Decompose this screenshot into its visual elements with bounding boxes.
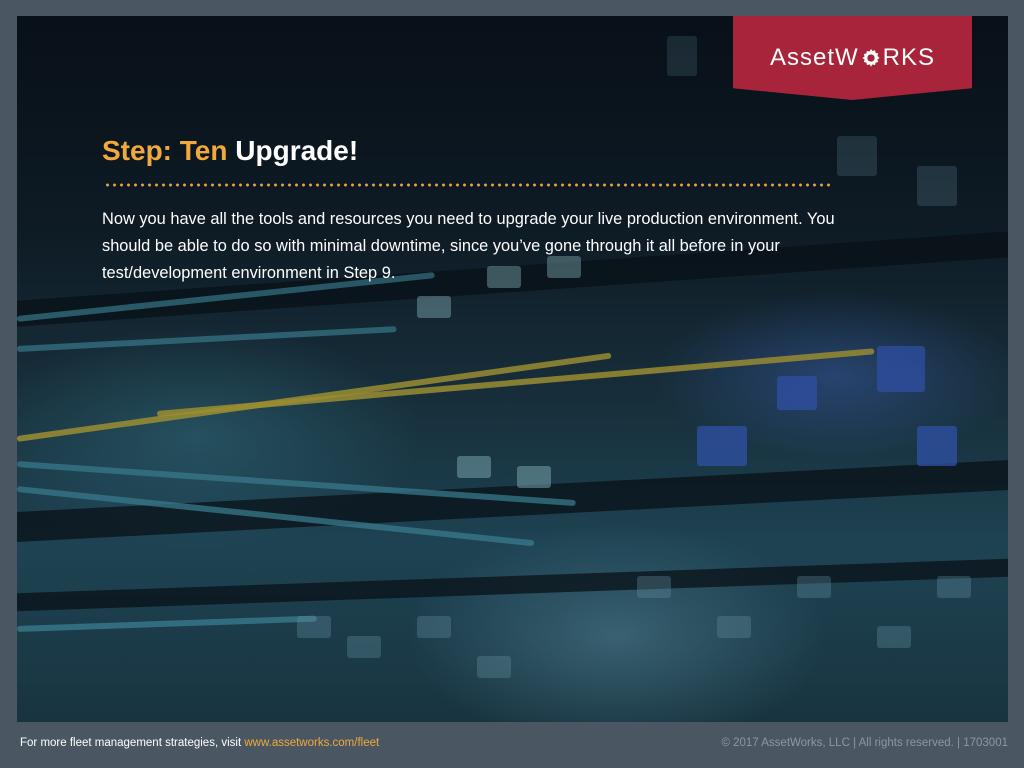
body-paragraph: Now you have all the tools and resources…: [102, 210, 835, 282]
footer-note: For more fleet management strategies, vi…: [20, 737, 379, 749]
footer-copyright: © 2017 AssetWorks, LLC | All rights rese…: [721, 737, 1008, 749]
image-dim-overlay: [17, 16, 1008, 722]
page-title: Step: Ten Upgrade!: [102, 134, 358, 168]
title-accent: Step: Ten: [102, 135, 228, 166]
footer-link[interactable]: www.assetworks.com/fleet: [244, 737, 379, 749]
title-rest: Upgrade!: [235, 135, 359, 166]
footer-prefix: For more fleet management strategies, vi…: [20, 737, 245, 749]
logo-text: AssetW: [769, 44, 859, 71]
dotted-divider: [104, 183, 830, 187]
logo-text: RKS: [882, 44, 936, 71]
assetworks-logo: AssetW RKS: [733, 16, 972, 100]
hero-image: [17, 16, 1008, 722]
gear-icon: [862, 48, 880, 67]
